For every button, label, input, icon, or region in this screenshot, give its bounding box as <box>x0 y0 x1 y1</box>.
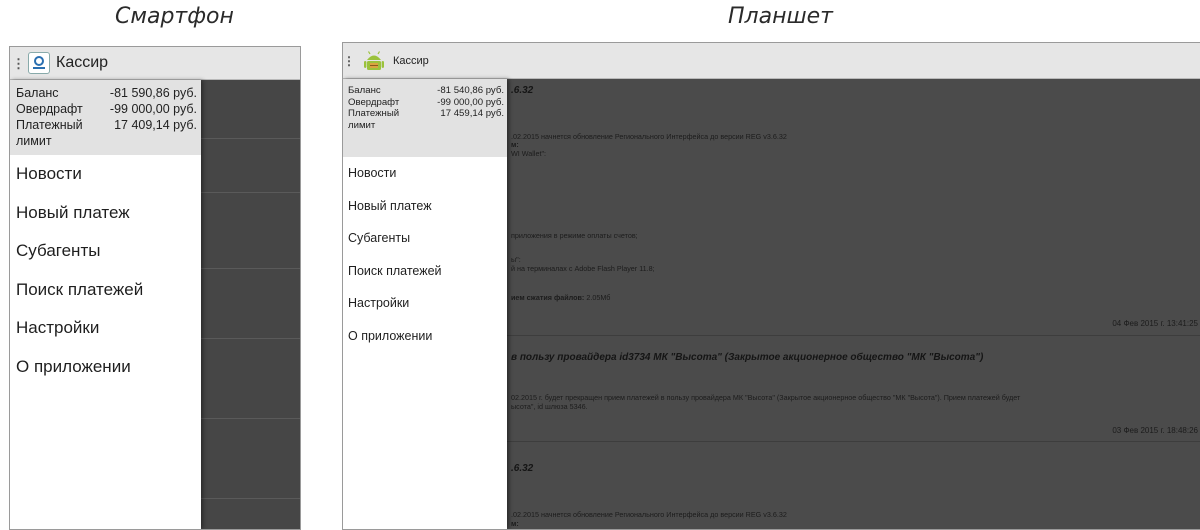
news-title[interactable]: .6.32 <box>511 463 1196 474</box>
balance-label: Баланс <box>16 86 59 100</box>
overdraft-value: -99 000,00 руб. <box>437 96 504 108</box>
app-title: Кассир <box>56 54 109 71</box>
news-date: 03 Фев 2015 г. 18:48:26 <box>1112 426 1198 435</box>
news-divider <box>507 335 1200 336</box>
menu-item-settings[interactable]: Настройки <box>10 309 201 348</box>
news-text: приложения в режиме оплаты счетов; <box>511 231 638 240</box>
list-divider <box>201 338 300 339</box>
menu-item-news[interactable]: Новости <box>343 157 507 190</box>
news-text: .02.2015 начнется обновление Регионально… <box>511 132 787 141</box>
phone-screen: ⋮ Кассир Баланс -81 590,86 руб. Овердраф… <box>9 46 301 530</box>
news-text: ием сжатия файлов: 2.05Мб <box>511 293 610 302</box>
payment-limit-value: 17 409,14 руб. <box>114 118 197 132</box>
app-title: Кассир <box>393 54 429 67</box>
phone-content-area <box>201 80 300 529</box>
list-divider <box>201 498 300 499</box>
news-text-bold: ием сжатия файлов: <box>511 293 585 302</box>
tablet-screen: .6.32 .02.2015 начнется обновление Регио… <box>342 42 1200 530</box>
payment-limit-label: Платежный <box>16 118 83 132</box>
menu-item-settings[interactable]: Настройки <box>343 287 507 320</box>
overdraft-label: Овердрафт <box>16 102 83 116</box>
menu-item-payment-search[interactable]: Поиск платежей <box>10 271 201 310</box>
news-date: 04 Фев 2015 г. 13:41:25 <box>1112 319 1198 328</box>
balance-row: Баланс -81 540,86 руб. <box>348 85 504 97</box>
overdraft-label: Овердрафт <box>348 96 400 108</box>
menu-item-about[interactable]: О приложении <box>10 348 201 387</box>
payment-limit-label-cont: лимит <box>348 119 376 131</box>
list-divider <box>201 418 300 419</box>
news-text: м: <box>511 519 519 528</box>
list-divider <box>201 192 300 193</box>
phone-caption: Смартфон <box>115 4 234 29</box>
menu-item-about[interactable]: О приложении <box>343 320 507 353</box>
app-logo-icon[interactable] <box>28 52 50 74</box>
balance-label: Баланс <box>348 85 381 96</box>
news-text: 02.2015 г. будет прекращен прием платеже… <box>511 393 1021 402</box>
android-logo-icon[interactable] <box>361 48 387 74</box>
menu-item-subagents[interactable]: Субагенты <box>10 232 201 271</box>
news-divider <box>507 441 1200 442</box>
balance-value: -81 540,86 руб. <box>437 85 504 96</box>
overdraft-value: -99 000,00 руб. <box>109 102 197 116</box>
menu-item-payment-search[interactable]: Поиск платежей <box>343 255 507 288</box>
balance-panel: Баланс -81 540,86 руб. Овердрафт -99 000… <box>343 79 507 157</box>
drawer-toggle-icon[interactable]: ⋮ <box>12 57 25 70</box>
news-text: ысота", id шлюза 5346. <box>511 402 588 411</box>
news-title[interactable]: .6.32 <box>511 85 1196 96</box>
phone-navigation-drawer: Баланс -81 590,86 руб. Овердрафт -99 000… <box>10 80 201 529</box>
payment-limit-value: 17 459,14 руб. <box>440 108 504 119</box>
balance-row: Баланс -81 590,86 руб. <box>16 85 197 101</box>
news-text: .02.2015 начнется обновление Регионально… <box>511 510 787 519</box>
news-text: й на терминалах с Adobe Flash Player 11.… <box>511 264 655 273</box>
news-text: WI Wallet": <box>511 149 547 158</box>
payment-limit-row: Платежный 17 459,14 руб. <box>348 108 504 120</box>
overdraft-row: Овердрафт -99 000,00 руб. <box>16 101 197 117</box>
drawer-toggle-icon[interactable]: ⋮ <box>343 54 355 68</box>
menu-item-new-payment[interactable]: Новый платеж <box>10 194 201 233</box>
news-text: ы": <box>511 255 521 264</box>
payment-limit-label: Платежный <box>348 108 400 119</box>
menu-item-new-payment[interactable]: Новый платеж <box>343 190 507 223</box>
overdraft-row: Овердрафт -99 000,00 руб. <box>348 97 504 109</box>
news-title[interactable]: в пользу провайдера id3734 МК "Высота" (… <box>511 352 1196 363</box>
payment-limit-label-cont: лимит <box>16 134 52 148</box>
phone-action-bar: ⋮ Кассир <box>10 47 300 80</box>
tablet-news-feed: .6.32 .02.2015 начнется обновление Регио… <box>507 79 1200 529</box>
tablet-navigation-drawer: Баланс -81 540,86 руб. Овердрафт -99 000… <box>343 79 507 529</box>
list-divider <box>201 268 300 269</box>
news-text-value: 2.05Мб <box>584 293 611 302</box>
tablet-action-bar: ⋮ Кассир <box>343 43 1200 79</box>
list-divider <box>201 138 300 139</box>
balance-panel: Баланс -81 590,86 руб. Овердрафт -99 000… <box>10 80 201 155</box>
tablet-caption: Планшет <box>728 4 833 29</box>
menu-item-subagents[interactable]: Субагенты <box>343 222 507 255</box>
payment-limit-row: Платежный 17 409,14 руб. <box>16 117 197 133</box>
balance-value: -81 590,86 руб. <box>109 86 197 100</box>
menu-item-news[interactable]: Новости <box>10 155 201 194</box>
news-text: м: <box>511 140 519 149</box>
